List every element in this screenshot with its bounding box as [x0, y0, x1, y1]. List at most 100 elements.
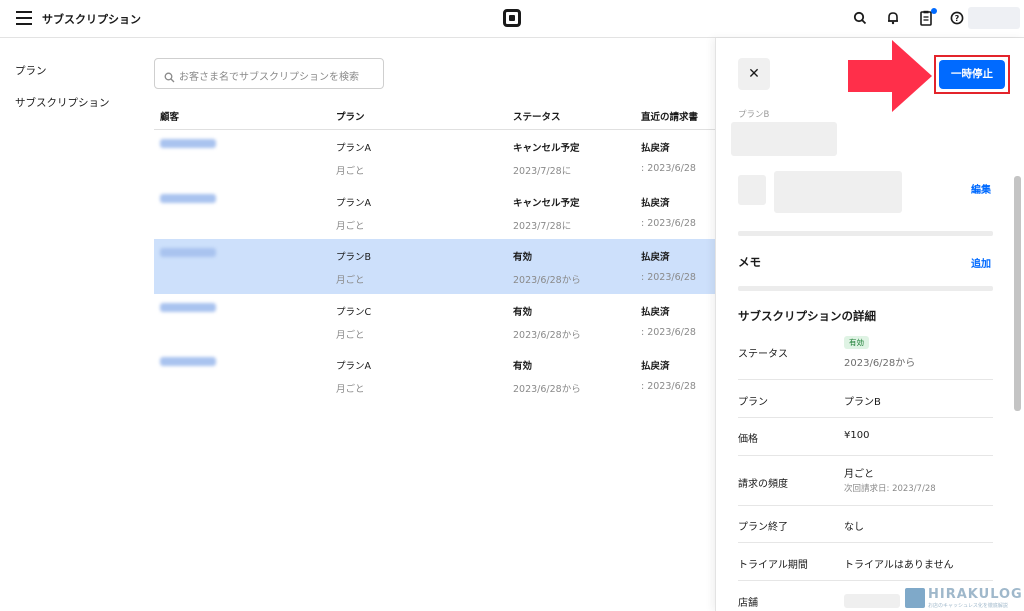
plan-subtitle: プランB [738, 110, 770, 120]
notification-dot [931, 8, 937, 14]
help-icon[interactable]: ? [950, 10, 968, 28]
row-frequency: 月ごと [336, 329, 365, 341]
row-frequency: 月ごと [336, 275, 365, 286]
row-plan: プランB [336, 252, 372, 263]
table-row[interactable]: プランA 月ごと 有効 2023/6/28から 払戻済 : 2023/6/28 [154, 348, 715, 403]
watermark-text: HIRAKULOG [928, 587, 1023, 602]
detail-row-plan-end: プラン終了 なし [738, 506, 993, 543]
table-header: 顧客 プラン ステータス 直近の請求書 [154, 100, 715, 130]
watermark-logo-icon [905, 588, 925, 608]
panel-scrollbar[interactable] [1014, 176, 1021, 411]
customer-name-redacted[interactable] [160, 302, 216, 312]
trial-label: トライアル期間 [738, 560, 808, 571]
customer-name-redacted[interactable] [160, 248, 216, 257]
page-title: サブスクリプション [42, 13, 141, 26]
row-status-date: 2023/7/28に [513, 220, 572, 232]
row-frequency: 月ごと [336, 166, 365, 177]
row-invoice: 払戻済 [641, 252, 670, 263]
top-bar: サブスクリプション ? [0, 0, 1024, 38]
row-status: キャンセル予定 [513, 143, 580, 154]
row-invoice-date: : 2023/6/28 [641, 163, 696, 174]
store-label: 店舗 [738, 598, 758, 609]
square-logo-icon[interactable] [503, 9, 521, 27]
row-invoice-date: : 2023/6/28 [641, 217, 696, 229]
row-status-date: 2023/7/28に [513, 166, 572, 177]
sidebar-item-subscriptions[interactable]: サブスクリプション [15, 95, 110, 110]
hamburger-menu-icon[interactable] [16, 11, 32, 25]
search-field-icon [164, 68, 175, 87]
row-status: 有効 [513, 306, 533, 318]
row-invoice: 払戻済 [641, 197, 670, 209]
customer-avatar-redacted [738, 175, 766, 205]
row-invoice-date: : 2023/6/28 [641, 326, 696, 338]
subscriptions-table: 顧客 プラン ステータス 直近の請求書 プランA 月ごと キャンセル予定 2023/7… [154, 100, 715, 403]
row-invoice: 払戻済 [641, 143, 670, 154]
row-status-date: 2023/6/28から [513, 329, 581, 341]
status-badge: 有効 [844, 336, 869, 349]
status-since: 2023/6/28から [844, 358, 916, 369]
subscription-detail-panel: ✕ 一時停止 プランB 編集 メモ 追加 サブスクリプションの詳細 ステータス … [715, 38, 1024, 611]
column-status[interactable]: ステータス [513, 109, 561, 123]
column-customer[interactable]: 顧客 [160, 109, 179, 123]
pause-highlight-box: 一時停止 [934, 55, 1010, 94]
bell-icon[interactable] [886, 10, 904, 28]
table-row[interactable]: プランC 月ごと 有効 2023/6/28から 払戻済 : 2023/6/28 [154, 294, 715, 349]
price-value: ¥100 [844, 430, 870, 441]
row-invoice-date: : 2023/6/28 [641, 381, 696, 392]
search-input[interactable]: お客さま名でサブスクリプションを検索 [154, 58, 384, 89]
row-invoice-date: : 2023/6/28 [641, 272, 696, 283]
plan-end-value: なし [844, 522, 864, 533]
row-status: 有効 [513, 252, 533, 263]
table-row[interactable]: プランA 月ごと キャンセル予定 2023/7/28に 払戻済 : 2023/6/28 [154, 185, 715, 240]
row-frequency: 月ごと [336, 220, 365, 232]
divider [738, 231, 993, 236]
row-status-date: 2023/6/28から [513, 275, 581, 286]
detail-row-price: 価格 ¥100 [738, 418, 993, 456]
row-status: 有効 [513, 361, 533, 372]
watermark: HIRAKULOG お店のキャッシュレス化を徹底解説 [905, 586, 1024, 611]
edit-link[interactable]: 編集 [971, 181, 991, 196]
svg-text:?: ? [955, 14, 960, 23]
red-arrow-annotation [848, 40, 932, 112]
sidebar-item-plans[interactable]: プラン [15, 63, 47, 78]
customer-name-redacted [731, 122, 837, 156]
customer-name-redacted[interactable] [160, 193, 216, 203]
status-label: ステータス [738, 349, 788, 360]
table-row[interactable]: プランB 月ごと 有効 2023/6/28から 払戻済 : 2023/6/28 [154, 239, 715, 294]
add-memo-link[interactable]: 追加 [971, 255, 991, 270]
search-icon[interactable] [853, 10, 871, 28]
watermark-subtext: お店のキャッシュレス化を徹底解説 [928, 603, 1008, 609]
customer-name-redacted[interactable] [160, 139, 216, 148]
row-plan: プランA [336, 197, 371, 209]
plan-end-label: プラン終了 [738, 522, 788, 533]
frequency-value: 月ごと [844, 469, 874, 480]
memo-title: メモ [738, 255, 761, 269]
customer-name-redacted[interactable] [160, 357, 216, 366]
row-status: キャンセル予定 [513, 197, 580, 209]
detail-row-trial: トライアル期間 トライアルはありません [738, 543, 993, 581]
table-row[interactable]: プランA 月ごと キャンセル予定 2023/7/28に 払戻済: 2023/6/28 [154, 130, 715, 185]
detail-row-status: ステータス 有効 2023/6/28から [738, 336, 993, 380]
store-value-redacted [844, 594, 900, 608]
row-invoice: 払戻済 [641, 306, 670, 318]
detail-row-plan: プラン プランB [738, 380, 993, 418]
plan-label: プラン [738, 397, 768, 408]
next-billing-date: 次回請求日: 2023/7/28 [844, 484, 936, 494]
row-frequency: 月ごと [336, 384, 365, 395]
plan-value: プランB [844, 397, 881, 408]
customer-info-redacted [774, 171, 902, 213]
row-plan: プランA [336, 361, 371, 372]
frequency-label: 請求の頻度 [738, 479, 788, 490]
price-label: 価格 [738, 434, 758, 445]
column-invoice[interactable]: 直近の請求書 [641, 109, 698, 123]
account-avatar[interactable] [968, 7, 1020, 29]
details-title: サブスクリプションの詳細 [738, 309, 876, 323]
row-plan: プランC [336, 306, 372, 318]
column-plan[interactable]: プラン [336, 109, 365, 123]
pause-button[interactable]: 一時停止 [939, 60, 1005, 89]
detail-row-frequency: 請求の頻度 月ごと 次回請求日: 2023/7/28 [738, 456, 993, 506]
row-status-date: 2023/6/28から [513, 384, 581, 395]
divider [738, 286, 993, 291]
row-invoice: 払戻済 [641, 361, 670, 372]
close-button[interactable]: ✕ [738, 58, 770, 90]
